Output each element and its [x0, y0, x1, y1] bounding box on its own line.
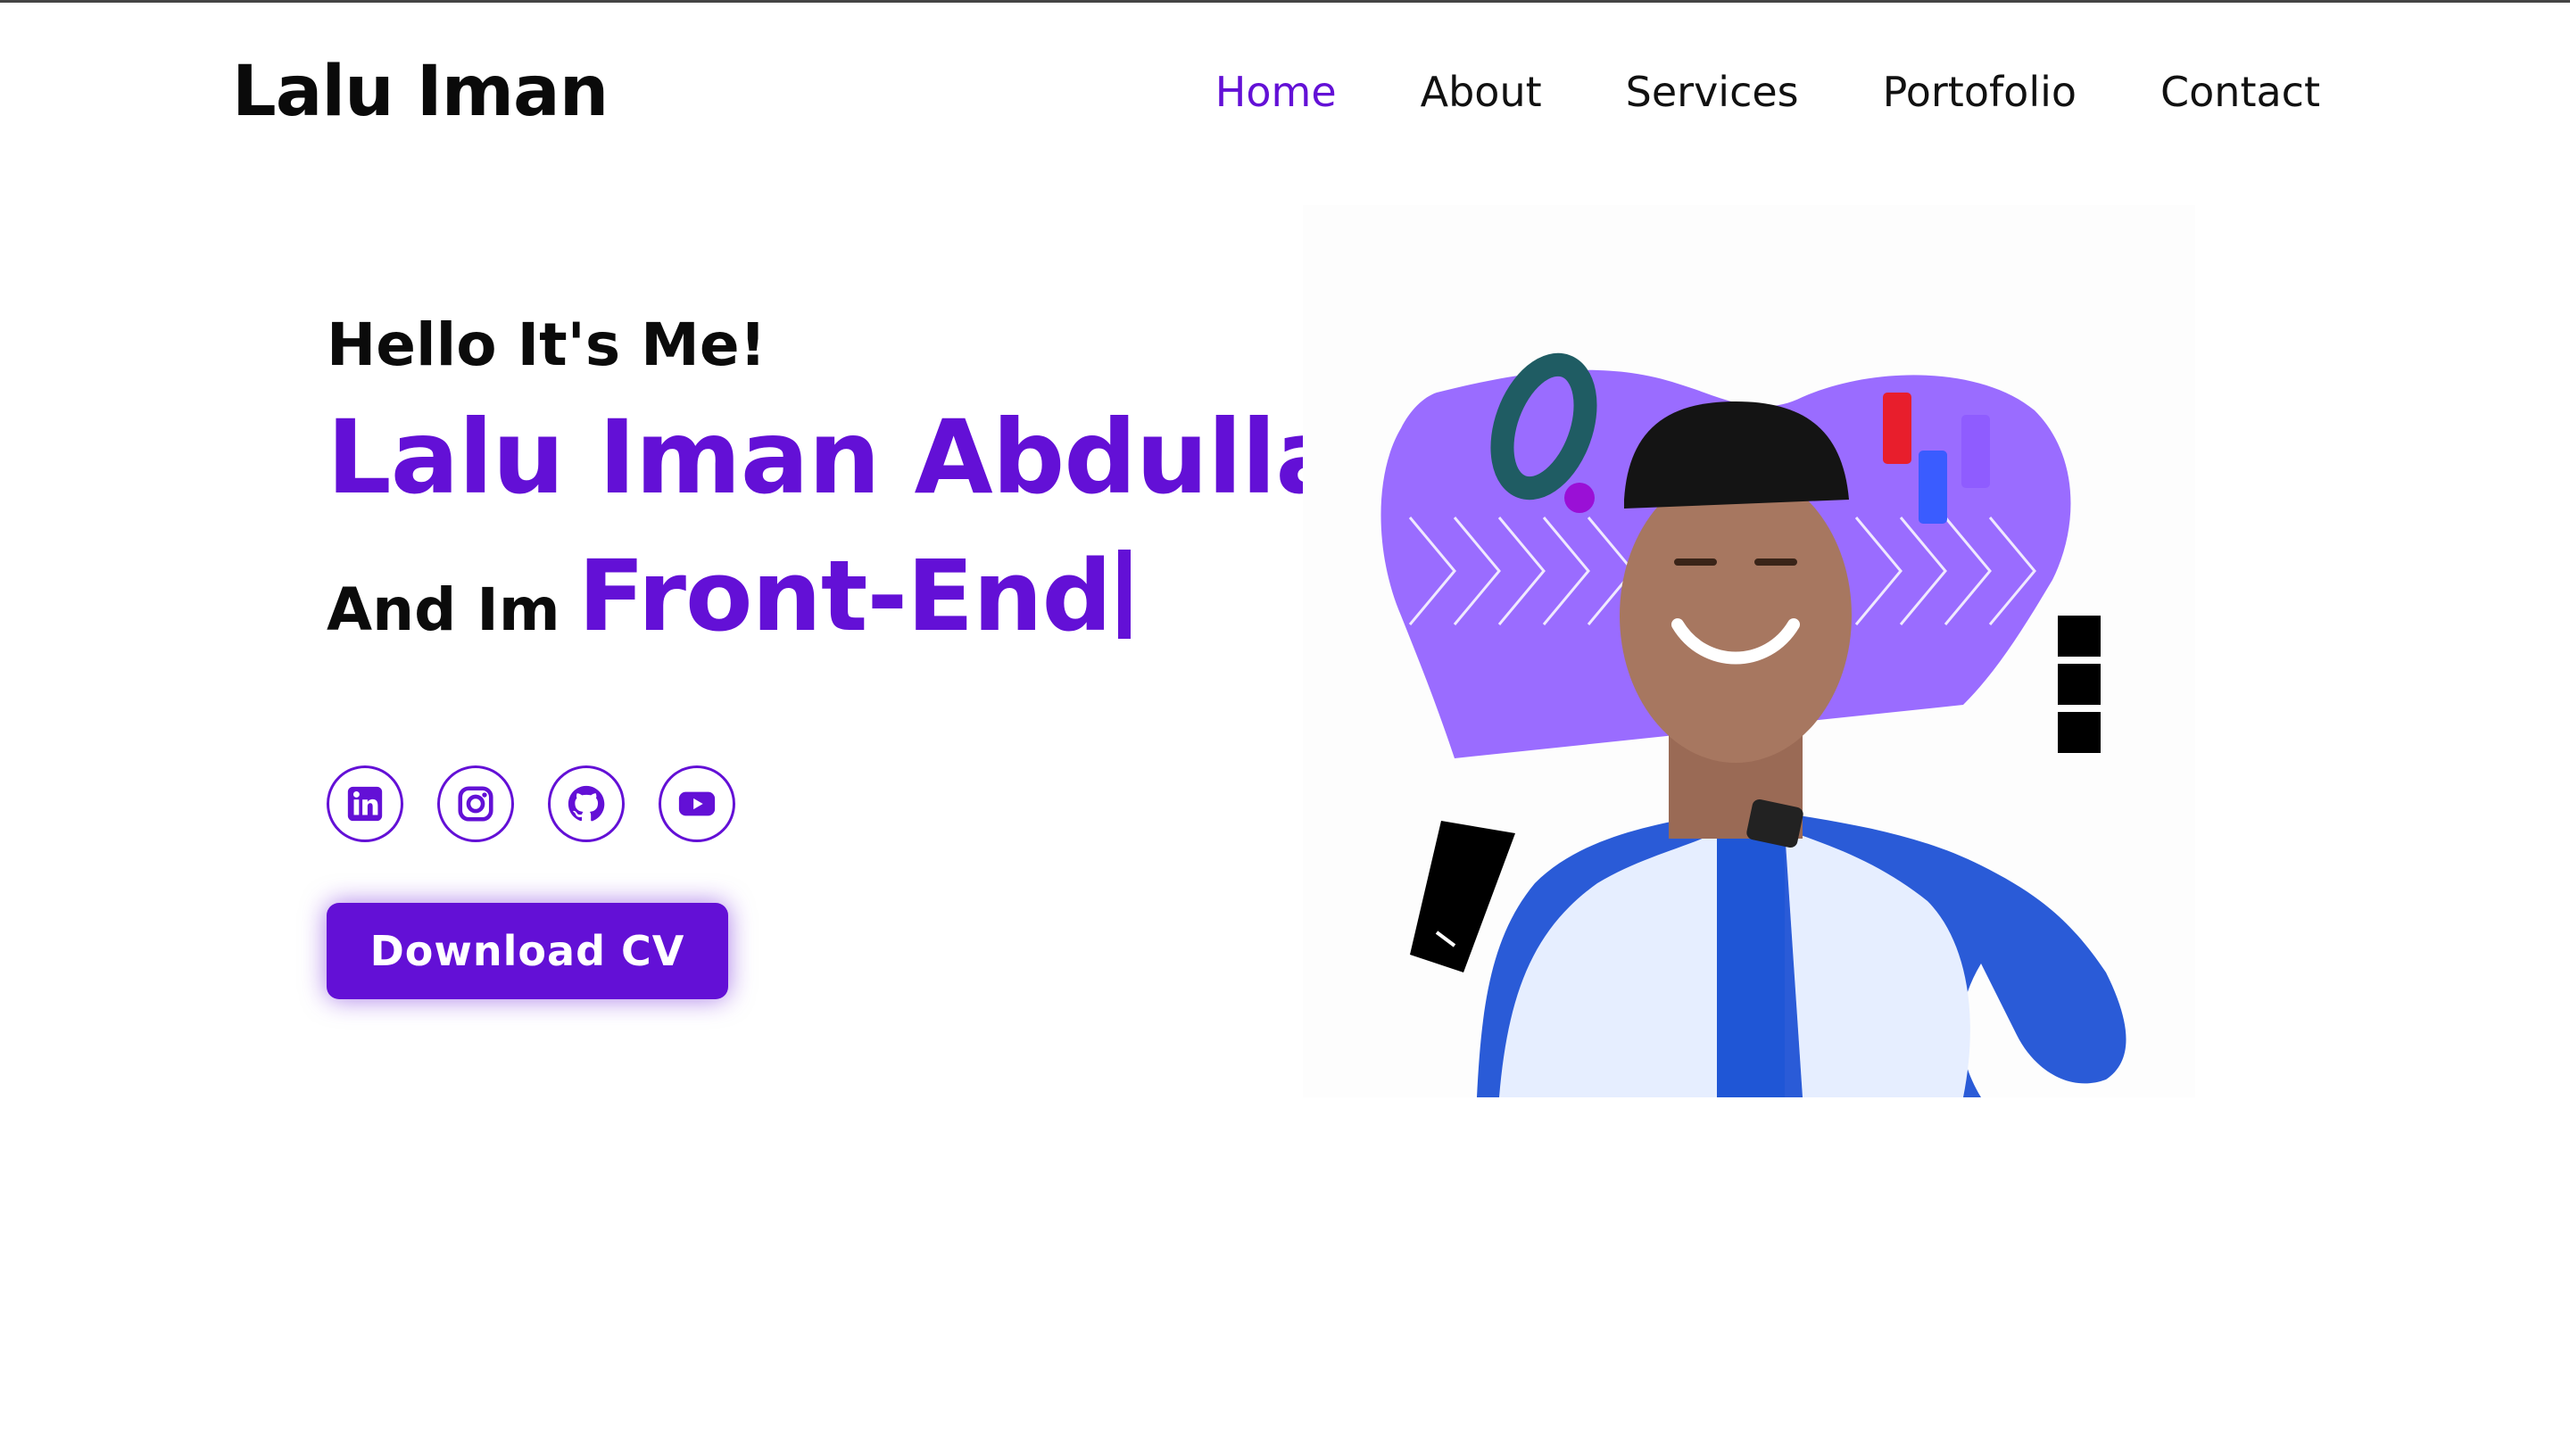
download-cv-button[interactable]: Download CV [327, 903, 728, 999]
face-shape [1620, 468, 1852, 763]
github-link[interactable] [548, 765, 625, 842]
social-links [327, 765, 735, 842]
linkedin-link[interactable] [327, 765, 403, 842]
shirt-placket [1717, 821, 1785, 1097]
role-prefix: And Im [327, 575, 560, 644]
instagram-link[interactable] [437, 765, 514, 842]
instagram-icon [458, 786, 493, 822]
nav-home[interactable]: Home [1215, 68, 1337, 116]
black-square [2058, 616, 2101, 657]
top-border [0, 0, 2570, 3]
black-square [2058, 712, 2101, 753]
hero-greeting: Hello It's Me! [327, 310, 767, 379]
nav-services[interactable]: Services [1626, 68, 1799, 116]
typed-role: Front-End [577, 539, 1113, 653]
profile-photo [1303, 205, 2195, 1097]
violet-bar [1961, 415, 1990, 488]
youtube-link[interactable] [659, 765, 735, 842]
nav-contact[interactable]: Contact [2160, 68, 2320, 116]
main-nav: Home About Services Portofolio Contact [1215, 68, 2320, 116]
dot-shape [1564, 483, 1595, 513]
hero-name: Lalu Iman Abdullah [327, 398, 1415, 517]
linkedin-icon [347, 786, 383, 822]
black-square [2058, 664, 2101, 705]
github-icon [568, 785, 605, 822]
nav-portofolio[interactable]: Portofolio [1883, 68, 2077, 116]
blue-bar [1919, 451, 1947, 524]
typing-cursor [1118, 550, 1132, 639]
nav-about[interactable]: About [1421, 68, 1542, 116]
red-bar [1883, 393, 1911, 464]
site-logo[interactable]: Lalu Iman [232, 52, 609, 132]
youtube-icon [678, 791, 716, 816]
hero-role-line: And Im Front-End [327, 539, 1132, 653]
